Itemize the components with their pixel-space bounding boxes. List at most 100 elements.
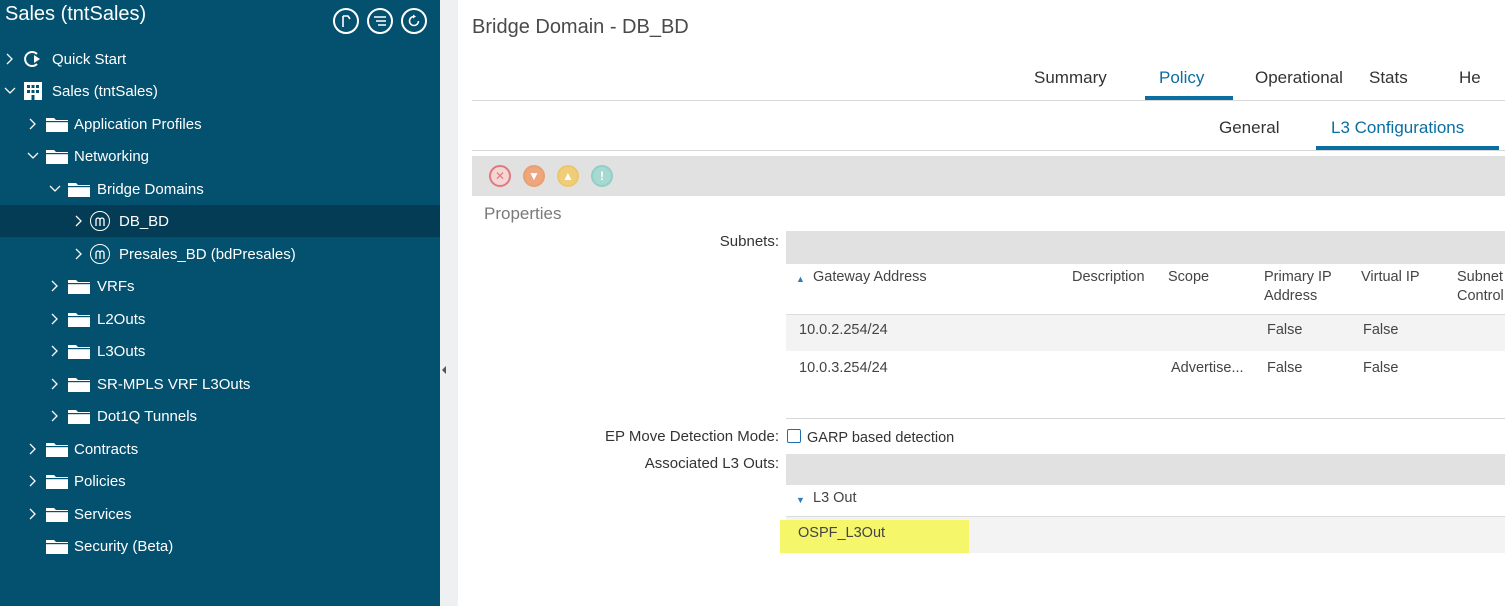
tree-item-security[interactable]: Security (Beta) — [0, 530, 440, 562]
column-header[interactable]: Primary IP Address — [1264, 268, 1344, 306]
tree-item-networking[interactable]: Networking — [0, 140, 440, 172]
folder-icon — [46, 443, 68, 457]
tree-item-vrfs[interactable]: VRFs — [0, 270, 440, 302]
tree-label: L3Outs — [97, 342, 146, 360]
tree-label: Quick Start — [52, 50, 127, 68]
chevron-right-icon[interactable] — [49, 313, 61, 325]
folder-icon — [68, 345, 90, 359]
chevron-down-icon[interactable] — [49, 183, 61, 195]
tree-item-services[interactable]: Services — [0, 498, 440, 530]
associated-l3-outs-label: Associated L3 Outs: — [644, 455, 779, 472]
folder-icon — [46, 475, 68, 489]
subnets-label: Subnets: — [719, 233, 779, 250]
tree-label: Security (Beta) — [74, 537, 174, 555]
sort-ascending-icon[interactable]: ▲ — [796, 274, 805, 284]
tree-item-dot1q-tunnels[interactable]: Dot1Q Tunnels — [0, 400, 440, 432]
critical-fault-icon[interactable]: ✕ — [489, 165, 511, 187]
tree-label: Presales_BD (bdPresales) — [119, 245, 296, 263]
tree-label: SR-MPLS VRF L3Outs — [97, 375, 251, 393]
list-filter-icon[interactable] — [367, 8, 393, 34]
tree-item-l3outs[interactable]: L3Outs — [0, 335, 440, 367]
chevron-right-icon[interactable] — [73, 215, 85, 227]
tree-label: DB_BD — [119, 212, 170, 230]
sort-descending-icon[interactable]: ▼ — [796, 495, 805, 505]
major-fault-icon[interactable]: ▼ — [523, 165, 545, 187]
quick-start-icon — [22, 48, 44, 70]
column-header[interactable]: Description — [1072, 268, 1145, 287]
panel-splitter[interactable] — [440, 0, 458, 606]
chevron-right-icon[interactable] — [27, 118, 39, 130]
tree-label: Sales (tntSales) — [52, 82, 158, 100]
collapse-handle-icon[interactable] — [441, 360, 447, 380]
garp-detection-checkbox[interactable] — [787, 429, 801, 443]
tab-operational[interactable]: Operational — [1255, 68, 1343, 88]
quick-links-icon[interactable] — [333, 8, 359, 34]
folder-icon — [68, 280, 90, 294]
chevron-right-icon[interactable] — [27, 443, 39, 455]
scope-cell: Advertise... — [1171, 360, 1244, 376]
tree-item-quick-start[interactable]: Quick Start — [0, 43, 440, 75]
chevron-right-icon[interactable] — [49, 410, 61, 422]
tree-label: Dot1Q Tunnels — [97, 407, 198, 425]
subtab-l3-configurations[interactable]: L3 Configurations — [1331, 118, 1464, 138]
column-header[interactable]: Gateway Address — [813, 268, 927, 287]
bridge-domain-icon — [90, 244, 110, 264]
chevron-right-icon[interactable] — [73, 248, 85, 260]
folder-icon — [46, 118, 68, 132]
gateway-address-cell: 10.0.3.254/24 — [799, 360, 888, 376]
tab-summary[interactable]: Summary — [1034, 68, 1107, 88]
chevron-right-icon[interactable] — [49, 345, 61, 357]
tab-stats[interactable]: Stats — [1369, 68, 1408, 88]
subtab-general[interactable]: General — [1219, 118, 1279, 138]
tree-item-application-profiles[interactable]: Application Profiles — [0, 108, 440, 140]
chevron-right-icon[interactable] — [27, 475, 39, 487]
chevron-right-icon[interactable] — [49, 378, 61, 390]
minor-fault-icon[interactable]: ▲ — [557, 165, 579, 187]
warning-fault-icon[interactable]: ! — [591, 165, 613, 187]
navigation-sidebar: Sales (tntSales) Quick Start Sales (tntS… — [0, 0, 440, 606]
tree-item-presales-bd[interactable]: Presales_BD (bdPresales) — [0, 238, 440, 270]
l3-out-cell: OSPF_L3Out — [798, 525, 886, 541]
folder-icon — [46, 150, 68, 164]
page-title: Bridge Domain - DB_BD — [472, 16, 689, 38]
chevron-right-icon[interactable] — [49, 280, 61, 292]
chevron-right-icon[interactable] — [27, 508, 39, 520]
tree-item-policies[interactable]: Policies — [0, 465, 440, 497]
tree-item-bridge-domains[interactable]: Bridge Domains — [0, 173, 440, 205]
chevron-down-icon[interactable] — [4, 85, 16, 97]
column-header[interactable]: Scope — [1168, 268, 1209, 287]
virtual-ip-cell: False — [1363, 322, 1399, 338]
tab-policy[interactable]: Policy — [1159, 68, 1204, 88]
building-icon — [23, 81, 43, 101]
virtual-ip-cell: False — [1363, 360, 1399, 376]
sidebar-title: Sales (tntSales) — [5, 3, 147, 25]
tab-health[interactable]: He — [1459, 68, 1481, 88]
tree-label: L2Outs — [97, 310, 146, 328]
column-header[interactable]: Virtual IP — [1361, 268, 1420, 287]
refresh-icon[interactable] — [401, 8, 427, 34]
l3outs-header-row — [786, 485, 1505, 517]
garp-detection-option[interactable]: GARP based detection — [807, 430, 954, 446]
tree-item-sr-mpls-vrf-l3outs[interactable]: SR-MPLS VRF L3Outs — [0, 368, 440, 400]
tree-item-db-bd[interactable]: DB_BD — [0, 205, 440, 237]
tree-label: Policies — [74, 472, 126, 490]
properties-heading: Properties — [484, 204, 562, 223]
chevron-right-icon[interactable] — [4, 53, 16, 65]
ep-move-detection-label: EP Move Detection Mode: — [605, 428, 779, 445]
column-header[interactable]: L3 Out — [813, 489, 857, 508]
tree-item-tenant[interactable]: Sales (tntSales) — [0, 75, 440, 107]
main-content: Bridge Domain - DB_BD Summary Policy Ope… — [458, 0, 1505, 606]
tree-label: Application Profiles — [74, 115, 202, 133]
subnets-table-bottom — [786, 418, 1505, 419]
primary-ip-cell: False — [1267, 360, 1303, 376]
tree-label: Networking — [74, 147, 150, 165]
primary-ip-cell: False — [1267, 322, 1303, 338]
folder-icon — [68, 410, 90, 424]
l3outs-toolbar — [786, 454, 1505, 485]
subtab-divider — [472, 150, 1505, 151]
column-header[interactable]: Subnet Control — [1457, 268, 1505, 306]
tree-item-contracts[interactable]: Contracts — [0, 433, 440, 465]
chevron-down-icon[interactable] — [27, 150, 39, 162]
folder-icon — [68, 183, 90, 197]
tree-item-l2outs[interactable]: L2Outs — [0, 303, 440, 335]
